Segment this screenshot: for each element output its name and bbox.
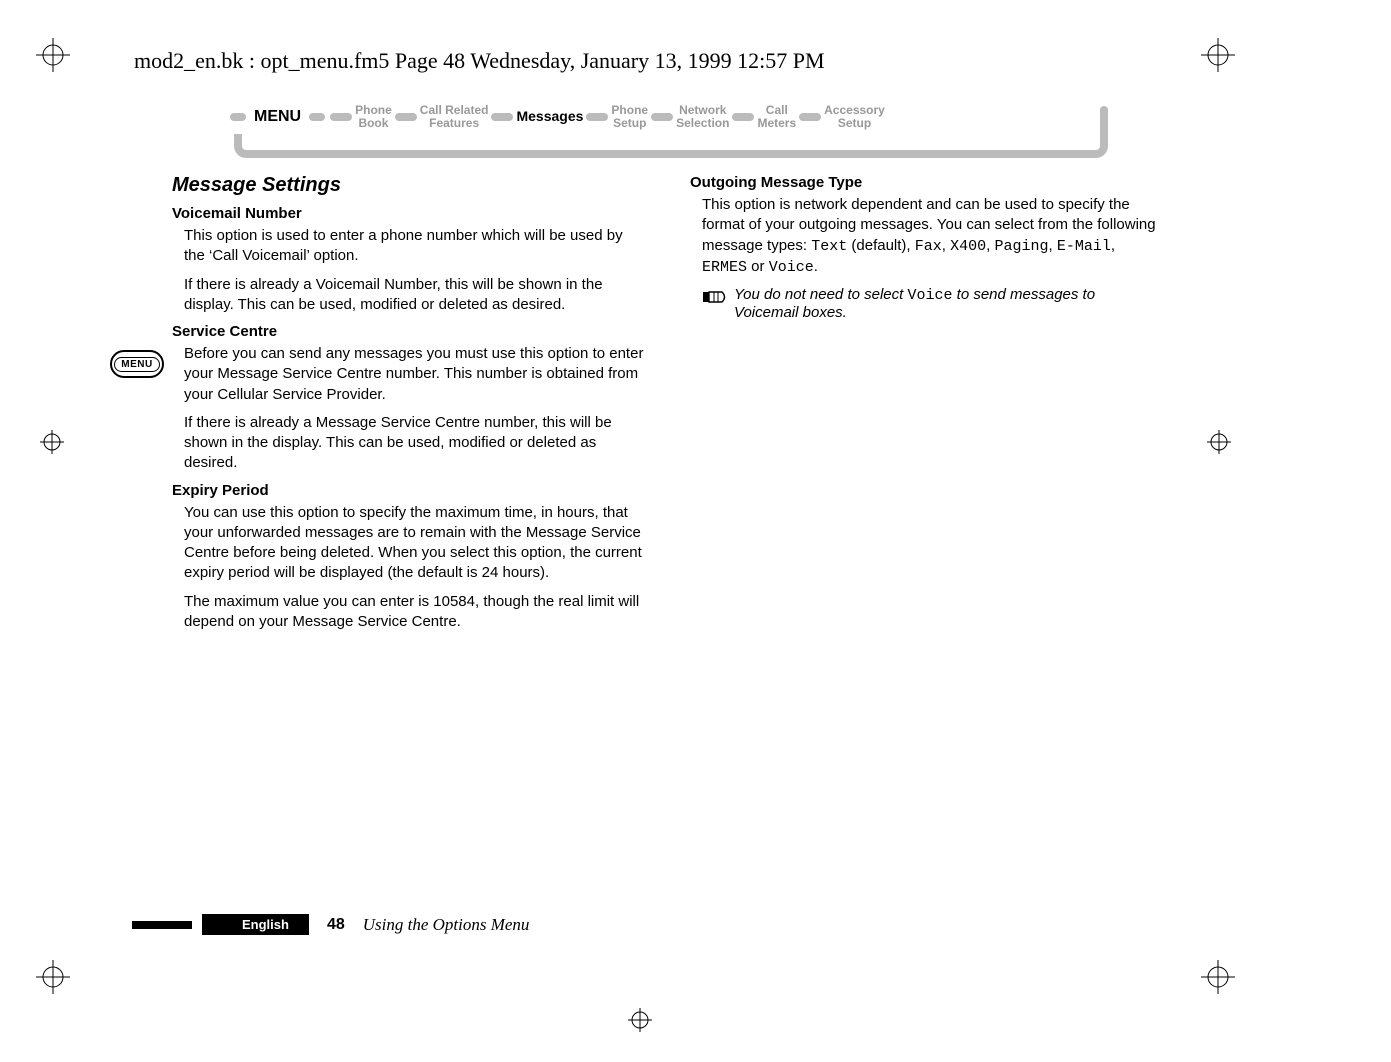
heading-expiry-period: Expiry Period xyxy=(172,482,644,499)
nav-connector xyxy=(395,113,417,121)
menu-key-label: MENU xyxy=(114,357,159,372)
register-mark-icon xyxy=(628,1008,652,1032)
register-mark-icon xyxy=(40,430,64,454)
body-text: You can use this option to specify the m… xyxy=(184,503,644,584)
msg-type-fax: Fax xyxy=(915,238,942,255)
nav-item-call-meters: Call Meters xyxy=(757,104,796,130)
body-text: This option is used to enter a phone num… xyxy=(184,226,644,267)
nav-connector xyxy=(330,113,352,121)
nav-connector xyxy=(309,113,325,121)
nav-connector xyxy=(799,113,821,121)
footer-bar xyxy=(132,921,192,929)
page-footer: English 48 Using the Options Menu xyxy=(132,914,529,935)
nav-item-accessory-setup: Accessory Setup xyxy=(824,104,885,130)
msg-type-voice: Voice xyxy=(769,259,814,276)
crop-mark-icon xyxy=(1201,960,1235,994)
nav-loop-connector xyxy=(234,134,1108,158)
register-mark-icon xyxy=(1207,430,1231,454)
body-text: The maximum value you can enter is 10584… xyxy=(184,592,644,633)
nav-loop-connector xyxy=(1100,106,1108,140)
crop-mark-icon xyxy=(36,38,70,72)
section-title: Message Settings xyxy=(172,174,644,197)
msg-type-x400: X400 xyxy=(950,238,986,255)
nav-connector xyxy=(491,113,513,121)
msg-type-paging: Paging xyxy=(994,238,1048,255)
body-text: Before you can send any messages you mus… xyxy=(184,344,644,405)
nav-connector xyxy=(732,113,754,121)
nav-connector xyxy=(651,113,673,121)
body-text: If there is already a Message Service Ce… xyxy=(184,413,644,474)
heading-outgoing-message-type: Outgoing Message Type xyxy=(690,174,1162,191)
section-name: Using the Options Menu xyxy=(363,915,530,935)
note-hand-icon xyxy=(702,288,728,321)
msg-type-email: E-Mail xyxy=(1057,238,1111,255)
note-voice-code: Voice xyxy=(907,287,952,304)
nav-item-call-related: Call Related Features xyxy=(420,104,489,130)
note-text: You do not need to select Voice to send … xyxy=(734,286,1162,321)
heading-voicemail-number: Voicemail Number xyxy=(172,205,644,222)
left-column: Message Settings Voicemail Number This o… xyxy=(172,174,644,640)
right-column: Outgoing Message Type This option is net… xyxy=(690,174,1162,640)
nav-item-phone-book: Phone Book xyxy=(355,104,392,130)
doc-header-path: mod2_en.bk : opt_menu.fm5 Page 48 Wednes… xyxy=(134,48,825,74)
nav-connector xyxy=(586,113,608,121)
msg-type-text: Text xyxy=(811,238,847,255)
heading-service-centre: Service Centre xyxy=(172,323,644,340)
nav-item-network-selection: Network Selection xyxy=(676,104,729,130)
nav-item-phone-setup: Phone Setup xyxy=(611,104,648,130)
nav-connector xyxy=(230,113,246,121)
nav-item-messages: Messages xyxy=(516,109,583,124)
body-text: This option is network dependent and can… xyxy=(702,195,1162,278)
note-block: You do not need to select Voice to send … xyxy=(702,286,1162,321)
menu-key-icon: MENU xyxy=(110,350,164,378)
page-number: 48 xyxy=(327,916,345,934)
msg-type-ermes: ERMES xyxy=(702,259,747,276)
crop-mark-icon xyxy=(1201,38,1235,72)
menu-breadcrumb: MENU Phone Book Call Related Features Me… xyxy=(228,100,1108,154)
crop-mark-icon xyxy=(36,960,70,994)
nav-menu-label: MENU xyxy=(254,108,301,126)
body-text: If there is already a Voicemail Number, … xyxy=(184,275,644,316)
language-badge: English xyxy=(202,914,309,935)
